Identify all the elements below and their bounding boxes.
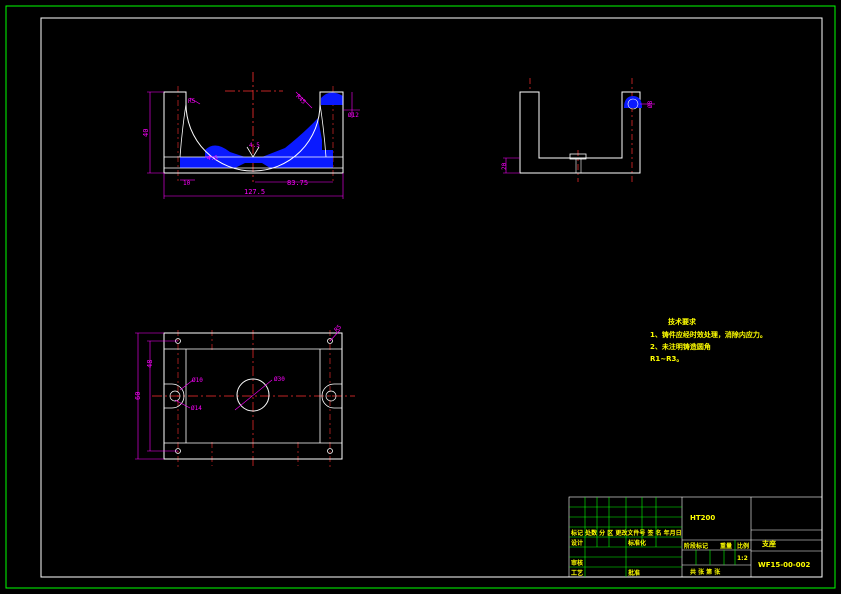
dim-front-center: 4.5 <box>249 142 260 149</box>
title-scale-label: 比例 <box>737 542 749 550</box>
dim-plan-depth: 60 <box>134 392 142 400</box>
dim-front-radius: R45 <box>294 93 307 106</box>
dim-front-span: 83.75 <box>287 179 308 187</box>
title-row-headers: 标记 处数 分 区 更改文件号 签 名 年月日 <box>570 529 682 537</box>
cad-drawing-canvas: 40 127.5 83.75 R5 10 Ø12 4.5 4.5 R45 20 … <box>5 5 836 589</box>
dim-front-width: 127.5 <box>244 188 265 196</box>
plan-view <box>135 329 355 468</box>
dim-plan-r: R5 <box>333 323 343 333</box>
title-reviewer: 审核 <box>571 559 583 567</box>
dim-front-boss: Ø12 <box>348 112 359 119</box>
dim-plan-height: 48 <box>146 360 154 368</box>
dim-side-height: 20 <box>501 162 508 170</box>
title-standardized: 标准化 <box>627 539 646 547</box>
title-drawing-no: WF15-00-002 <box>758 561 811 569</box>
title-stage-mark: 阶段标记 <box>684 542 708 550</box>
tech-req-title: 技术要求 <box>668 317 697 326</box>
tech-req-line1: 1、铸件应经时效处理，消除内应力。 <box>650 330 767 339</box>
title-part-name: 支座 <box>761 539 776 548</box>
title-sheet: 共 张 第 张 <box>690 568 721 576</box>
title-scale: 1:2 <box>737 555 748 562</box>
title-process: 工艺 <box>571 569 583 577</box>
title-material: HT200 <box>690 514 715 522</box>
outer-frame <box>5 5 836 589</box>
dim-side-hole: Ø8 <box>647 100 654 108</box>
dim-front-height: 40 <box>142 129 150 137</box>
title-designer: 设计 <box>571 539 583 547</box>
tech-req-line3: R1~R3。 <box>650 355 683 363</box>
tech-req-line2: 2、未注明铸造圆角 <box>650 342 711 351</box>
title-weight: 重量 <box>720 542 732 550</box>
dim-plan-hole2: Ø30 <box>274 376 285 383</box>
dim-plan-hole3: Ø14 <box>191 405 202 412</box>
inner-frame <box>40 17 823 578</box>
dim-front-r: R5 <box>188 98 196 105</box>
dim-front-base: 10 <box>183 180 191 187</box>
front-view <box>147 72 360 199</box>
dim-plan-hole1: Ø10 <box>192 377 203 384</box>
dim-front-angle: 4.5 <box>207 155 218 162</box>
side-view <box>503 78 655 182</box>
title-approved: 批准 <box>628 569 640 577</box>
